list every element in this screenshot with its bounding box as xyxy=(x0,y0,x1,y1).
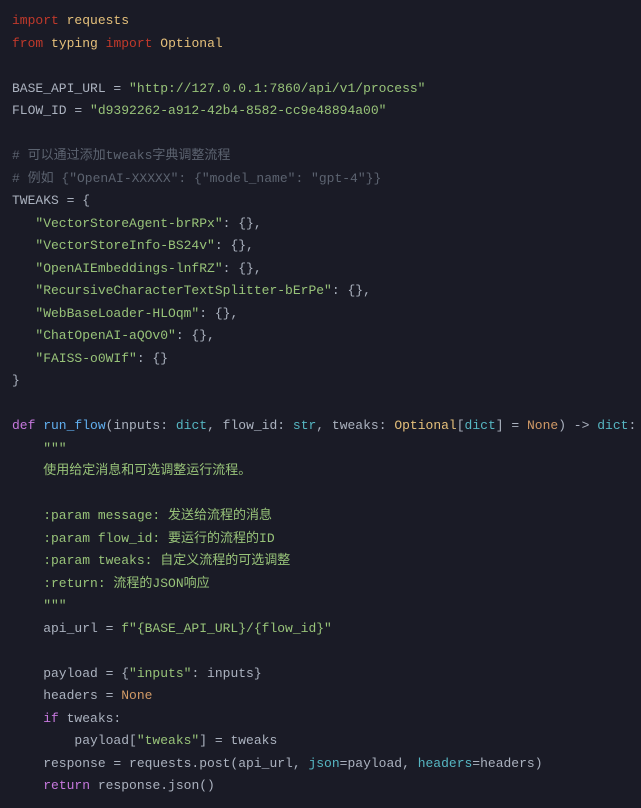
blank-line xyxy=(12,123,629,146)
keyword-return: return xyxy=(43,778,90,793)
code-line: import requests xyxy=(12,10,629,33)
code-line: return response.json() xyxy=(12,775,629,798)
code-line: "ChatOpenAI-aQOv0": {}, xyxy=(12,325,629,348)
docstring-line: """ xyxy=(12,438,629,461)
variable: TWEAKS xyxy=(12,193,59,208)
comment-line: # 可以通过添加tweaks字典调整流程 xyxy=(12,145,629,168)
code-line: payload = {"inputs": inputs} xyxy=(12,663,629,686)
docstring-line: 使用给定消息和可选调整运行流程。 xyxy=(12,460,629,483)
code-line: headers = None xyxy=(12,685,629,708)
code-block: import requests from typing import Optio… xyxy=(12,10,629,798)
variable: BASE_API_URL xyxy=(12,81,106,96)
code-line: BASE_API_URL = "http://127.0.0.1:7860/ap… xyxy=(12,78,629,101)
keyword-import: import xyxy=(106,36,153,51)
docstring-line: :param message: 发送给流程的消息 xyxy=(12,505,629,528)
code-line: "OpenAIEmbeddings-lnfRZ": {}, xyxy=(12,258,629,281)
comment-line: # 例如 {"OpenAI-XXXXX": {"model_name": "gp… xyxy=(12,168,629,191)
module-name: requests xyxy=(67,13,129,28)
blank-line xyxy=(12,640,629,663)
function-name: run_flow xyxy=(35,418,105,433)
blank-line xyxy=(12,483,629,506)
code-line: "RecursiveCharacterTextSplitter-bErPe": … xyxy=(12,280,629,303)
keyword-def: def xyxy=(12,418,35,433)
code-line: "VectorStoreAgent-brRPx": {}, xyxy=(12,213,629,236)
variable: FLOW_ID xyxy=(12,103,67,118)
code-line: api_url = f"{BASE_API_URL}/{flow_id}" xyxy=(12,618,629,641)
blank-line xyxy=(12,393,629,416)
code-line: "FAISS-o0WIf": {} xyxy=(12,348,629,371)
blank-line xyxy=(12,55,629,78)
docstring-line: :param flow_id: 要运行的流程的ID xyxy=(12,528,629,551)
class-name: Optional xyxy=(160,36,222,51)
code-line: } xyxy=(12,370,629,393)
keyword-from: from xyxy=(12,36,43,51)
module-name: typing xyxy=(51,36,98,51)
code-line: TWEAKS = { xyxy=(12,190,629,213)
docstring-line: :param tweaks: 自定义流程的可选调整 xyxy=(12,550,629,573)
code-line: payload["tweaks"] = tweaks xyxy=(12,730,629,753)
code-line: "WebBaseLoader-HLOqm": {}, xyxy=(12,303,629,326)
keyword-if: if xyxy=(43,711,59,726)
code-line: if tweaks: xyxy=(12,708,629,731)
string-literal: "http://127.0.0.1:7860/api/v1/process" xyxy=(129,81,425,96)
code-line: from typing import Optional xyxy=(12,33,629,56)
keyword-import: import xyxy=(12,13,59,28)
docstring-line: """ xyxy=(12,595,629,618)
docstring-line: :return: 流程的JSON响应 xyxy=(12,573,629,596)
code-line: def run_flow(inputs: dict, flow_id: str,… xyxy=(12,415,629,438)
code-line: response = requests.post(api_url, json=p… xyxy=(12,753,629,776)
code-line: FLOW_ID = "d9392262-a912-42b4-8582-cc9e4… xyxy=(12,100,629,123)
string-literal: "d9392262-a912-42b4-8582-cc9e48894a00" xyxy=(90,103,386,118)
code-line: "VectorStoreInfo-BS24v": {}, xyxy=(12,235,629,258)
